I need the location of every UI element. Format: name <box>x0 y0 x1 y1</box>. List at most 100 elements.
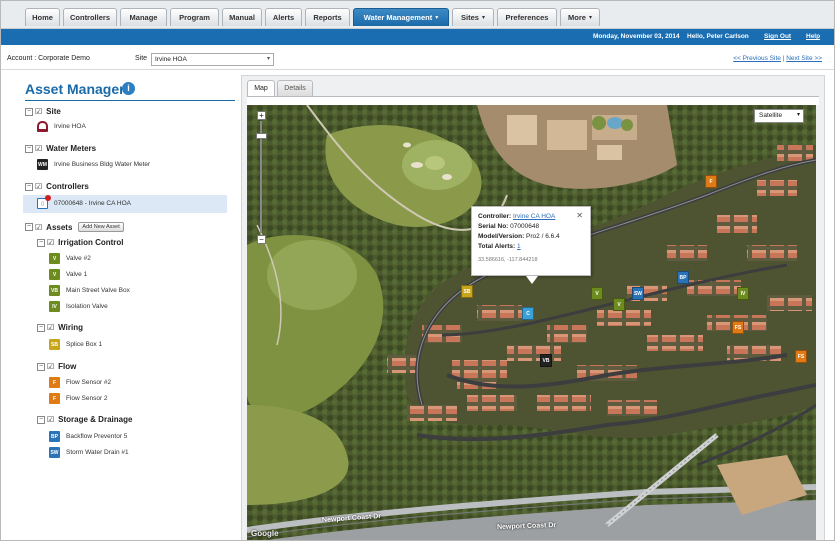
checkbox-checked-icon[interactable]: ☑ <box>35 223 42 232</box>
tree-node-flow[interactable]: − ☑ Flow <box>37 362 76 371</box>
tab-controllers[interactable]: Controllers <box>63 8 117 26</box>
list-item[interactable]: VB Main Street Valve Box <box>49 285 130 296</box>
page-title: Asset Manager <box>25 81 125 97</box>
collapse-icon[interactable]: − <box>25 223 33 231</box>
tree-node-irrigation-control[interactable]: − ☑ Irrigation Control <box>37 238 124 247</box>
tab-preferences[interactable]: Preferences <box>497 8 557 26</box>
map-marker-splice-box[interactable]: SB <box>461 285 473 298</box>
map-marker-controller[interactable]: C <box>522 307 534 320</box>
chevron-down-icon: ▾ <box>481 15 485 21</box>
tree-node-controllers[interactable]: − ☑ Controllers <box>25 182 89 191</box>
valve-box-icon: VB <box>49 285 60 296</box>
list-item[interactable]: BP Backflow Preventor 5 <box>49 431 127 442</box>
collapse-icon[interactable]: − <box>25 144 33 153</box>
valve-icon: V <box>49 253 60 264</box>
flow-sensor-icon: F <box>49 377 60 388</box>
map-panel: Map Details + − Satellite ▾ SB V V SW BP… <box>241 75 825 540</box>
total-alerts-link[interactable]: 1 <box>517 243 521 250</box>
controller-alert-icon: ▯ <box>37 195 51 209</box>
checkbox-checked-icon[interactable]: ☑ <box>47 415 54 424</box>
tab-program[interactable]: Program <box>170 8 219 26</box>
map-marker-valve[interactable]: V <box>613 298 625 311</box>
list-item-site[interactable]: Irvine HOA <box>37 121 86 132</box>
tree-node-water-meters[interactable]: − ☑ Water Meters <box>25 144 96 153</box>
tab-alerts[interactable]: Alerts <box>265 8 302 26</box>
tab-home[interactable]: Home <box>25 8 60 26</box>
main-nav: Home Controllers Manage Program Manual A… <box>1 1 834 29</box>
splice-box-icon: SB <box>49 339 60 350</box>
next-site-link[interactable]: Next Site >> <box>786 55 822 62</box>
tab-sites[interactable]: Sites ▾ <box>452 8 494 26</box>
checkbox-checked-icon[interactable]: ☑ <box>47 323 54 332</box>
google-logo: Google <box>251 529 279 538</box>
list-item[interactable]: V Valve 1 <box>49 269 87 280</box>
checkbox-checked-icon[interactable]: ☑ <box>35 107 42 116</box>
info-icon[interactable]: i <box>122 82 135 95</box>
tab-reports[interactable]: Reports <box>305 8 350 26</box>
coordinates: 33.586616, -117.844218 <box>478 257 538 263</box>
tab-manual[interactable]: Manual <box>222 8 262 26</box>
list-item-controller[interactable]: ▯ 07000648 - Irvine CA HOA <box>37 195 131 209</box>
site-icon <box>37 121 48 132</box>
tab-more[interactable]: More ▾ <box>560 8 600 26</box>
account-bar: Account : Corporate Demo Site Irvine HOA… <box>1 48 834 70</box>
collapse-icon[interactable]: − <box>25 107 33 116</box>
controller-link[interactable]: Irvine CA HOA <box>513 213 555 220</box>
collapse-icon[interactable]: − <box>37 323 45 332</box>
site-label: Site <box>135 55 148 62</box>
previous-site-link[interactable]: << Previous Site <box>733 55 781 62</box>
tree-node-assets[interactable]: − ☑ Assets Add New Asset <box>25 222 124 232</box>
tree-node-site[interactable]: − ☑ Site <box>25 107 61 116</box>
map-marker-storm-drain[interactable]: SW <box>632 287 644 300</box>
map-marker-valve[interactable]: V <box>591 287 603 300</box>
map-marker-valve-box[interactable]: VB <box>540 354 552 367</box>
help-link[interactable]: Help <box>806 33 820 40</box>
tree-node-storage-drainage[interactable]: − ☑ Storage & Drainage <box>37 415 132 424</box>
site-pager: << Previous Site | Next Site >> <box>733 55 822 62</box>
tree-node-wiring[interactable]: − ☑ Wiring <box>37 323 83 332</box>
map-marker-flow-sensor[interactable]: FS <box>732 321 744 334</box>
collapse-icon[interactable]: − <box>37 238 45 247</box>
zoom-out-button[interactable]: − <box>257 235 266 244</box>
satellite-map[interactable]: + − Satellite ▾ SB V V SW BP IV F FS FS … <box>247 105 816 540</box>
sign-out-link[interactable]: Sign Out <box>764 33 791 40</box>
map-marker-flow-sensor[interactable]: FS <box>795 350 807 363</box>
list-item-water-meter[interactable]: WM Irvine Business Bldg Water Meter <box>37 159 150 170</box>
site-select[interactable]: Irvine HOA ▾ <box>151 53 274 66</box>
list-item[interactable]: SB Splice Box 1 <box>49 339 102 350</box>
checkbox-checked-icon[interactable]: ☑ <box>35 182 42 191</box>
list-item[interactable]: V Valve #2 <box>49 253 91 264</box>
checkbox-checked-icon[interactable]: ☑ <box>47 362 54 371</box>
user-bar: Monday, November 03, 2014 Hello, Peter C… <box>1 29 834 45</box>
checkbox-checked-icon[interactable]: ☑ <box>47 238 54 247</box>
map-type-select[interactable]: Satellite ▾ <box>754 109 804 123</box>
collapse-icon[interactable]: − <box>37 415 45 424</box>
map-marker-backflow[interactable]: BP <box>677 271 689 284</box>
account-label: Account : Corporate Demo <box>7 55 90 62</box>
checkbox-checked-icon[interactable]: ☑ <box>35 144 42 153</box>
chevron-down-icon: ▾ <box>796 112 800 118</box>
zoom-in-button[interactable]: + <box>257 111 266 120</box>
chevron-down-icon: ▾ <box>435 15 439 21</box>
zoom-control: + − <box>256 111 267 244</box>
add-new-asset-button[interactable]: Add New Asset <box>78 222 124 232</box>
collapse-icon[interactable]: − <box>25 182 33 191</box>
flow-sensor-icon: F <box>49 393 60 404</box>
title-divider <box>25 100 235 101</box>
tab-map[interactable]: Map <box>247 80 275 96</box>
tab-manage[interactable]: Manage <box>120 8 167 26</box>
map-marker-isolation-valve[interactable]: IV <box>737 287 749 300</box>
controller-info-popup: ✕ Controller: Irvine CA HOA Serial No: 0… <box>471 206 591 276</box>
list-item[interactable]: F Flow Sensor 2 <box>49 393 108 404</box>
tab-details[interactable]: Details <box>277 80 313 96</box>
popup-pointer <box>526 276 538 284</box>
map-marker-flow-sensor[interactable]: F <box>705 175 717 188</box>
list-item[interactable]: F Flow Sensor #2 <box>49 377 111 388</box>
tab-water-management[interactable]: Water Management ▾ <box>353 8 449 26</box>
list-item[interactable]: IV Isolation Valve <box>49 301 108 312</box>
collapse-icon[interactable]: − <box>37 362 45 371</box>
list-item[interactable]: SW Storm Water Drain #1 <box>49 447 129 458</box>
close-icon[interactable]: ✕ <box>576 211 583 221</box>
zoom-slider-handle[interactable] <box>256 133 267 139</box>
map-imagery <box>247 105 816 540</box>
